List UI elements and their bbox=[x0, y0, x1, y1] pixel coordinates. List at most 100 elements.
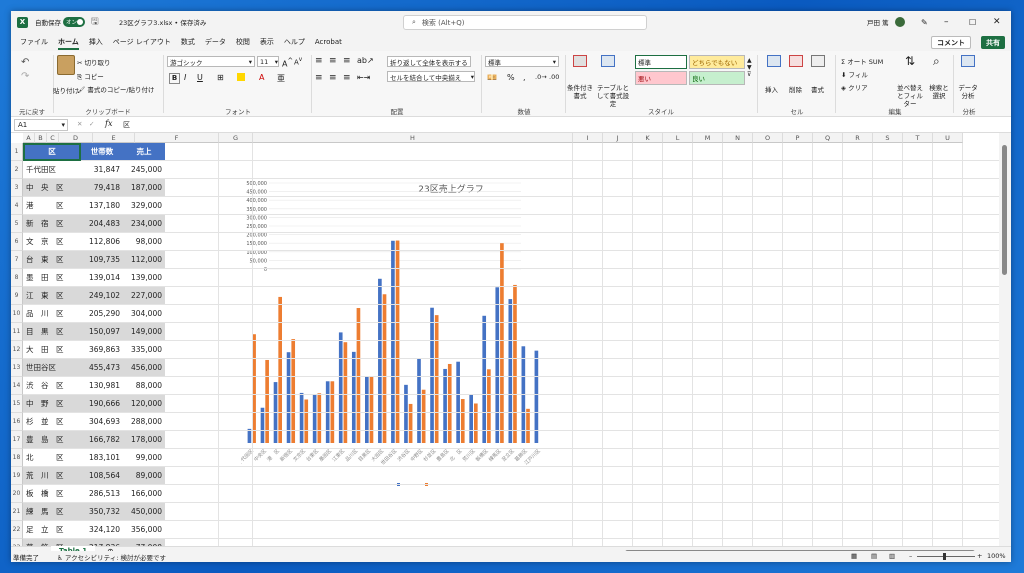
sales-cell[interactable]: 234,000 bbox=[123, 215, 165, 232]
sales-cell[interactable]: 227,000 bbox=[123, 287, 165, 304]
align-right-icon[interactable]: ≡ bbox=[343, 73, 351, 83]
merge-center-button[interactable]: セルを結合して中央揃え ▾ bbox=[387, 71, 475, 82]
ward-cell[interactable]: 渋 谷 区 bbox=[23, 377, 81, 394]
households-cell[interactable]: 79,418 bbox=[81, 179, 123, 196]
ward-cell[interactable]: 荒 川 区 bbox=[23, 467, 81, 484]
ward-cell[interactable]: 港 区 bbox=[23, 197, 81, 214]
column-header[interactable]: U bbox=[933, 133, 963, 143]
vertical-scrollbar[interactable] bbox=[999, 133, 1011, 546]
find-icon[interactable]: ⌕ bbox=[933, 54, 940, 69]
row-header[interactable]: 3 bbox=[11, 179, 23, 197]
zoom-slider[interactable] bbox=[917, 556, 975, 557]
column-header[interactable]: E bbox=[93, 133, 135, 143]
row-header[interactable]: 19 bbox=[11, 467, 23, 485]
households-cell[interactable]: 204,483 bbox=[81, 215, 123, 232]
sales-cell[interactable]: 120,000 bbox=[123, 395, 165, 412]
households-cell[interactable]: 304,693 bbox=[81, 413, 123, 430]
menu-tab[interactable]: データ bbox=[200, 33, 231, 51]
sales-cell[interactable]: 139,000 bbox=[123, 269, 165, 286]
menu-tab[interactable]: 表示 bbox=[255, 33, 279, 51]
align-top-icon[interactable]: ≡ bbox=[315, 56, 323, 66]
ward-cell[interactable]: 江 東 区 bbox=[23, 287, 81, 304]
ward-cell[interactable]: 千代田区 bbox=[23, 161, 81, 178]
column-header[interactable]: C bbox=[47, 133, 59, 143]
page-layout-icon[interactable]: ▤ bbox=[871, 552, 877, 560]
ward-cell[interactable]: 豊 島 区 bbox=[23, 431, 81, 448]
sales-cell[interactable]: 329,000 bbox=[123, 197, 165, 214]
ward-cell[interactable]: 北 区 bbox=[23, 449, 81, 466]
column-header[interactable]: H bbox=[253, 133, 573, 143]
align-middle-icon[interactable]: ≡ bbox=[329, 56, 337, 66]
ward-cell[interactable]: 新 宿 区 bbox=[23, 215, 81, 232]
households-cell[interactable]: 350,732 bbox=[81, 503, 123, 520]
style-bad[interactable]: 悪い bbox=[635, 71, 687, 85]
name-box[interactable]: A1 ▾ bbox=[14, 119, 68, 131]
sales-cell[interactable]: 99,000 bbox=[123, 449, 165, 466]
households-cell[interactable]: 166,782 bbox=[81, 431, 123, 448]
styles-more-icon[interactable]: ▲ ▼ ⊽ bbox=[747, 57, 752, 78]
row-header[interactable]: 21 bbox=[11, 503, 23, 521]
households-cell[interactable]: 190,666 bbox=[81, 395, 123, 412]
maximize-button[interactable]: ☐ bbox=[969, 11, 976, 33]
ward-cell[interactable]: 足 立 区 bbox=[23, 521, 81, 538]
zoom-in-icon[interactable]: + bbox=[977, 552, 982, 560]
increase-decimal-icon[interactable]: .0→ bbox=[535, 73, 547, 81]
row-header[interactable]: 17 bbox=[11, 431, 23, 449]
table-header-cell[interactable]: 売上 bbox=[123, 143, 165, 160]
delete-cells-button[interactable]: 削除 bbox=[789, 84, 802, 94]
sort-filter-icon[interactable]: ⇅ bbox=[905, 54, 915, 68]
column-header[interactable]: F bbox=[135, 133, 219, 143]
households-cell[interactable]: 109,735 bbox=[81, 251, 123, 268]
normal-view-icon[interactable]: ▦ bbox=[851, 552, 857, 560]
shrink-font-button[interactable]: Av bbox=[294, 57, 302, 66]
sales-cell[interactable]: 112,000 bbox=[123, 251, 165, 268]
column-header[interactable]: N bbox=[723, 133, 753, 143]
fill-button[interactable]: ⬇ フィル bbox=[841, 69, 868, 79]
households-cell[interactable]: 324,120 bbox=[81, 521, 123, 538]
menu-tab[interactable]: ヘルプ bbox=[279, 33, 310, 51]
sales-cell[interactable]: 166,000 bbox=[123, 485, 165, 502]
row-header[interactable]: 18 bbox=[11, 449, 23, 467]
sales-chart[interactable]: 23区売上グラフ 500,000 450,000 400,000 350,000 300,… bbox=[241, 181, 591, 531]
column-header[interactable]: S bbox=[873, 133, 903, 143]
autosave-toggle[interactable]: オン bbox=[63, 11, 85, 33]
menu-tab[interactable]: ファイル bbox=[15, 33, 53, 51]
italic-button[interactable]: I bbox=[184, 73, 186, 82]
save-icon[interactable]: 🖫 bbox=[91, 11, 99, 33]
row-header[interactable]: 5 bbox=[11, 215, 23, 233]
format-cells-button[interactable]: 書式 bbox=[811, 84, 824, 94]
row-header[interactable]: 12 bbox=[11, 341, 23, 359]
avatar[interactable] bbox=[895, 11, 905, 33]
ward-cell[interactable]: 目 黒 区 bbox=[23, 323, 81, 340]
households-cell[interactable]: 139,014 bbox=[81, 269, 123, 286]
ward-cell[interactable]: 大 田 区 bbox=[23, 341, 81, 358]
sales-cell[interactable]: 77,000 bbox=[123, 539, 165, 546]
row-header[interactable]: 15 bbox=[11, 395, 23, 413]
row-header[interactable]: 7 bbox=[11, 251, 23, 269]
bold-button[interactable]: B bbox=[169, 73, 180, 84]
worksheet-grid[interactable]: 23区売上グラフ 500,000 450,000 400,000 350,000 300,… bbox=[11, 133, 999, 546]
font-color-icon[interactable]: A bbox=[259, 73, 264, 82]
confirm-icon[interactable]: ✓ bbox=[89, 120, 94, 128]
households-cell[interactable]: 130,981 bbox=[81, 377, 123, 394]
row-header[interactable]: 6 bbox=[11, 233, 23, 251]
comma-icon[interactable]: , bbox=[523, 73, 526, 82]
ward-cell[interactable]: 中 野 区 bbox=[23, 395, 81, 412]
row-header[interactable]: 16 bbox=[11, 413, 23, 431]
insert-cells-button[interactable]: 挿入 bbox=[765, 84, 778, 94]
column-header[interactable]: T bbox=[903, 133, 933, 143]
pen-icon[interactable]: ✎ bbox=[921, 11, 928, 33]
column-header[interactable]: R bbox=[843, 133, 873, 143]
menu-tab[interactable]: Acrobat bbox=[310, 33, 347, 51]
sales-cell[interactable]: 456,000 bbox=[123, 359, 165, 376]
households-cell[interactable]: 31,847 bbox=[81, 161, 123, 178]
households-cell[interactable]: 108,564 bbox=[81, 467, 123, 484]
row-header[interactable]: 2 bbox=[11, 161, 23, 179]
households-cell[interactable]: 369,863 bbox=[81, 341, 123, 358]
autosum-button[interactable]: Σ オート SUM bbox=[841, 56, 883, 66]
menu-tab[interactable]: ページ レイアウト bbox=[108, 33, 176, 51]
households-cell[interactable]: 150,097 bbox=[81, 323, 123, 340]
style-normal[interactable]: 標準 bbox=[635, 55, 687, 69]
column-header[interactable]: M bbox=[693, 133, 723, 143]
cancel-icon[interactable]: ✕ bbox=[77, 120, 82, 128]
